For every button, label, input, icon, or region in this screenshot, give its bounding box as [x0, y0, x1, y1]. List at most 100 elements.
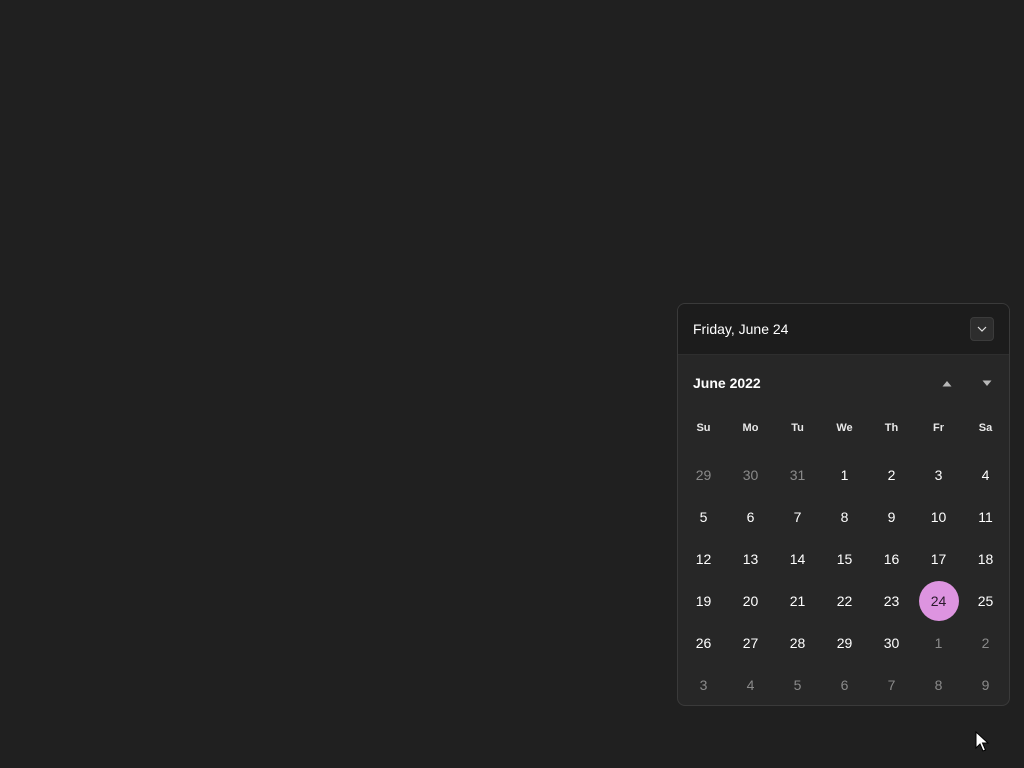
day-number: 2	[887, 467, 896, 483]
day-number: 22	[836, 593, 853, 609]
day-cell[interactable]: 6	[727, 496, 774, 538]
day-cell[interactable]: 27	[727, 622, 774, 664]
day-cell[interactable]: 9	[868, 496, 915, 538]
day-cell[interactable]: 29	[821, 622, 868, 664]
day-cell[interactable]: 4	[962, 454, 1009, 496]
day-number: 14	[789, 551, 806, 567]
day-cell[interactable]: 2	[962, 622, 1009, 664]
weekday-header-row: Su Mo Tu We Th Fr Sa	[680, 422, 1009, 434]
day-number: 1	[934, 635, 943, 651]
day-cell[interactable]: 1	[915, 622, 962, 664]
day-cell[interactable]: 2	[868, 454, 915, 496]
day-number: 8	[934, 677, 943, 693]
day-cell[interactable]: 15	[821, 538, 868, 580]
header-date: Friday, June 24	[693, 321, 789, 337]
day-number: 31	[789, 467, 806, 483]
previous-month-button[interactable]	[937, 374, 957, 392]
day-number: 17	[930, 551, 947, 567]
day-number: 13	[742, 551, 759, 567]
weekday-label: Sa	[978, 422, 993, 434]
day-cell[interactable]: 23	[868, 580, 915, 622]
day-number: 8	[840, 509, 849, 525]
day-cell[interactable]: 25	[962, 580, 1009, 622]
day-cell[interactable]: 4	[727, 664, 774, 705]
day-cell[interactable]: 14	[774, 538, 821, 580]
weekday-label: Mo	[742, 422, 759, 434]
day-number: 9	[887, 509, 896, 525]
desktop: Friday, June 24 June 2022 Su Mo Tu We Th…	[0, 0, 1024, 768]
day-number: 3	[934, 467, 943, 483]
day-cell[interactable]: 20	[727, 580, 774, 622]
day-number: 1	[840, 467, 849, 483]
day-cell[interactable]: 21	[774, 580, 821, 622]
chevron-down-icon	[977, 326, 987, 332]
day-cell-today[interactable]: 24	[915, 580, 962, 622]
day-grid: 29 30 31 1 2 3 4 5 6 7 8 9 10 11 12 13 14 15 16 17 18 19 20 21 2…	[680, 454, 1009, 705]
month-title[interactable]: June 2022	[693, 375, 761, 391]
day-number: 26	[695, 635, 712, 651]
day-cell[interactable]: 29	[680, 454, 727, 496]
day-number: 4	[981, 467, 990, 483]
day-cell[interactable]: 5	[774, 664, 821, 705]
day-cell[interactable]: 19	[680, 580, 727, 622]
day-number: 29	[695, 467, 712, 483]
weekday-label: We	[836, 422, 853, 434]
day-number: 12	[695, 551, 712, 567]
weekday-label: Su	[696, 422, 711, 434]
day-number: 29	[836, 635, 853, 651]
day-cell[interactable]: 3	[915, 454, 962, 496]
day-cell[interactable]: 18	[962, 538, 1009, 580]
caret-down-icon	[982, 374, 992, 392]
day-number: 28	[789, 635, 806, 651]
weekday-label: Fr	[933, 422, 944, 434]
day-cell[interactable]: 12	[680, 538, 727, 580]
day-cell[interactable]: 8	[821, 496, 868, 538]
day-cell[interactable]: 13	[727, 538, 774, 580]
day-number: 4	[746, 677, 755, 693]
day-number: 11	[978, 509, 993, 525]
day-number: 30	[742, 467, 759, 483]
day-cell[interactable]: 22	[821, 580, 868, 622]
day-cell[interactable]: 16	[868, 538, 915, 580]
day-number: 15	[836, 551, 853, 567]
day-cell[interactable]: 7	[774, 496, 821, 538]
day-cell[interactable]: 31	[774, 454, 821, 496]
day-number: 20	[742, 593, 759, 609]
day-number: 7	[887, 677, 896, 693]
day-cell[interactable]: 9	[962, 664, 1009, 705]
day-number: 10	[930, 509, 947, 525]
day-cell[interactable]: 10	[915, 496, 962, 538]
day-number: 24	[930, 593, 947, 609]
day-cell[interactable]: 1	[821, 454, 868, 496]
collapse-calendar-button[interactable]	[970, 317, 994, 341]
day-number: 6	[840, 677, 849, 693]
day-number: 25	[977, 593, 994, 609]
day-number: 7	[793, 509, 802, 525]
day-number: 21	[789, 593, 806, 609]
day-number: 27	[742, 635, 759, 651]
day-number: 30	[883, 635, 900, 651]
day-number: 9	[981, 677, 990, 693]
weekday-label: Th	[884, 422, 899, 434]
caret-up-icon	[942, 374, 952, 392]
mouse-pointer-icon	[975, 730, 990, 758]
day-cell[interactable]: 28	[774, 622, 821, 664]
day-number: 5	[793, 677, 802, 693]
day-cell[interactable]: 30	[868, 622, 915, 664]
day-cell[interactable]: 6	[821, 664, 868, 705]
calendar-flyout: Friday, June 24 June 2022 Su Mo Tu We Th…	[677, 303, 1010, 706]
day-cell[interactable]: 30	[727, 454, 774, 496]
weekday-label: Tu	[791, 422, 804, 434]
day-number: 6	[746, 509, 755, 525]
day-number: 2	[981, 635, 990, 651]
day-cell[interactable]: 3	[680, 664, 727, 705]
day-cell[interactable]: 5	[680, 496, 727, 538]
day-number: 19	[695, 593, 712, 609]
day-cell[interactable]: 11	[962, 496, 1009, 538]
day-cell[interactable]: 7	[868, 664, 915, 705]
day-cell[interactable]: 17	[915, 538, 962, 580]
next-month-button[interactable]	[977, 374, 997, 392]
day-cell[interactable]: 8	[915, 664, 962, 705]
day-number: 18	[977, 551, 994, 567]
day-cell[interactable]: 26	[680, 622, 727, 664]
